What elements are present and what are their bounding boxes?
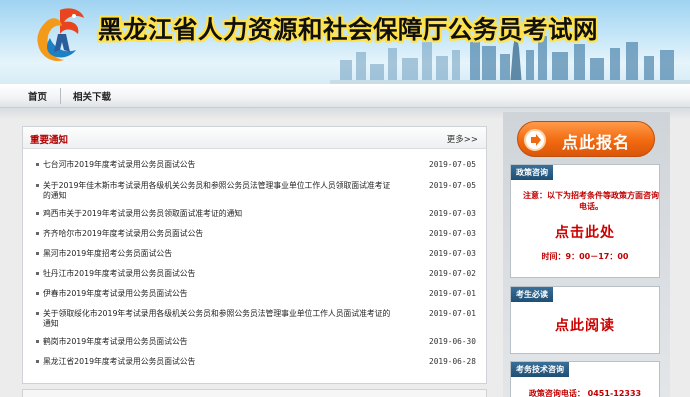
- bullet-icon: [36, 252, 39, 255]
- notices-panel: 重要通知 更多>> 七台河市2019年度考试录用公务员面试公告 2019-07-…: [22, 126, 487, 384]
- bullet-icon: [36, 272, 39, 275]
- bullet-icon: [36, 312, 39, 315]
- notice-date: 2019-07-02: [429, 269, 476, 278]
- notice-title[interactable]: 鹤岗市2019年度考试录用公务员面试公告: [43, 337, 393, 347]
- must-read-link[interactable]: 点此阅读: [511, 315, 659, 335]
- notice-date: 2019-07-01: [429, 289, 476, 298]
- notice-title[interactable]: 关于领取绥化市2019年考试录用各级机关公务员和参照公务员法管理事业单位工作人员…: [43, 309, 393, 329]
- must-read-title: 考生必读: [511, 287, 553, 302]
- nav-item-downloads[interactable]: 相关下载: [73, 89, 111, 103]
- policy-hours: 时间：9：00－17：00: [541, 252, 629, 261]
- notice-title[interactable]: 黑龙江省2019年度考试录用公务员面试公告: [43, 357, 393, 367]
- dragon-logo-icon: [37, 8, 84, 62]
- notice-date: 2019-07-05: [429, 181, 476, 190]
- notice-date: 2019-06-28: [429, 357, 476, 366]
- bullet-icon: [36, 212, 39, 215]
- nav-item-home[interactable]: 首页: [28, 89, 47, 103]
- notice-title[interactable]: 牡丹江市2019年度考试录用公务员面试公告: [43, 269, 393, 279]
- notice-date: 2019-07-03: [429, 249, 476, 258]
- main-nav: 首页 相关下载: [0, 84, 690, 108]
- signup-label: 点此报名: [562, 133, 631, 152]
- policy-consult-box: 政策咨询 注意：以下为招考条件等政策方面咨询电话。 点击此处 时间：9：00－1…: [510, 164, 660, 278]
- notice-title[interactable]: 齐齐哈尔市2019年度考试录用公务员面试公告: [43, 229, 393, 239]
- bullet-icon: [36, 232, 39, 235]
- bullet-icon: [36, 184, 39, 187]
- tech-consult-title: 考务技术咨询: [511, 362, 569, 377]
- secondary-panel-top: [22, 389, 487, 397]
- notice-title[interactable]: 黑河市2019年度招考公务员面试公告: [43, 249, 393, 259]
- notice-title[interactable]: 伊春市2019年度考试录用公务员面试公告: [43, 289, 393, 299]
- more-link[interactable]: 更多>>: [447, 133, 478, 145]
- notices-title: 重要通知: [30, 135, 69, 146]
- must-read-box: 考生必读 点此阅读: [510, 286, 660, 354]
- notice-date: 2019-07-03: [429, 209, 476, 218]
- policy-consult-title: 政策咨询: [511, 165, 553, 180]
- bullet-icon: [36, 360, 39, 363]
- bullet-icon: [36, 340, 39, 343]
- notice-date: 2019-07-01: [429, 309, 476, 318]
- notice-date: 2019-07-03: [429, 229, 476, 238]
- site-title: 黑龙江省人力资源和社会保障厅公务员考试网: [98, 15, 598, 44]
- tech-consult-box: 考务技术咨询 政策咨询电话： 0451-12333: [510, 361, 660, 397]
- arrow-circle-icon: [524, 129, 546, 151]
- notice-date: 2019-06-30: [429, 337, 476, 346]
- bullet-icon: [36, 163, 39, 166]
- notices-header: 重要通知 更多>>: [23, 127, 486, 149]
- tech-phone-line: 政策咨询电话： 0451-12333: [528, 389, 642, 397]
- notice-title[interactable]: 关于2019年佳木斯市考试录用各级机关公务员和参照公务员法管理事业单位工作人员领…: [43, 181, 393, 201]
- notice-title[interactable]: 鸡西市关于2019年考试录用公务员领取面试准考证的通知: [43, 209, 393, 219]
- nav-divider: [60, 88, 61, 104]
- policy-note: 注意：以下为招考条件等政策方面咨询电话。: [523, 191, 659, 211]
- notice-title[interactable]: 七台河市2019年度考试录用公务员面试公告: [43, 160, 393, 170]
- policy-click-link[interactable]: 点击此处: [511, 222, 659, 242]
- bullet-icon: [36, 292, 39, 295]
- signup-button[interactable]: 点此报名: [517, 121, 655, 157]
- notice-date: 2019-07-05: [429, 160, 476, 169]
- site-banner: 黑龙江省人力资源和社会保障厅公务员考试网: [0, 0, 690, 84]
